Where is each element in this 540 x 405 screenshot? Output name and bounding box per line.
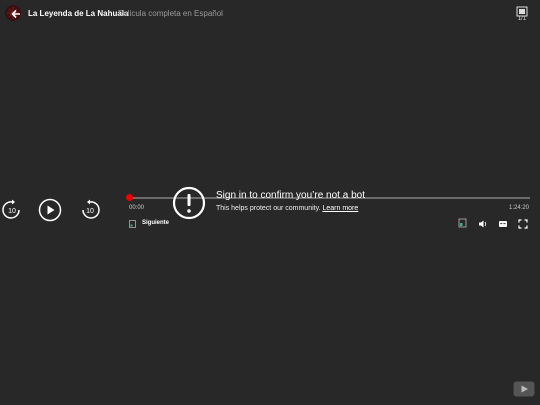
settings-icon[interactable] <box>458 218 468 228</box>
video-title[interactable]: La Leyenda de La Nahuala <box>28 9 128 18</box>
youtube-logo-icon[interactable] <box>513 381 535 397</box>
current-time: 00:00 <box>129 205 145 211</box>
captions-icon[interactable] <box>498 219 508 229</box>
back-icon[interactable] <box>10 8 22 20</box>
rewind-seconds-label: 10 <box>8 208 16 215</box>
playlist-count: 1/1 <box>517 16 527 22</box>
next-label: Siguiente <box>142 220 170 226</box>
fullscreen-icon[interactable] <box>518 219 528 229</box>
scrubber-handle[interactable] <box>126 194 133 201</box>
top-bar: La Leyenda de La Nahuala Pelicula comple… <box>0 0 540 28</box>
forward-10-icon[interactable]: 10 <box>78 198 102 222</box>
notice-body: This helps protect our community. Learn … <box>216 205 358 212</box>
warning-icon <box>172 186 206 220</box>
play-icon[interactable] <box>38 198 62 222</box>
volume-icon[interactable] <box>478 219 488 229</box>
notice-text: This helps protect our community. <box>216 205 321 212</box>
video-subtitle: Pelicula completa en Español <box>118 9 223 18</box>
forward-seconds-label: 10 <box>86 208 94 215</box>
learn-more-link[interactable]: Learn more <box>322 205 358 212</box>
notice-title: Sign in to confirm you’re not a bot <box>216 190 365 201</box>
duration-time: 1:24:20 <box>509 205 530 211</box>
next-thumbnail-icon <box>129 220 136 228</box>
rewind-10-icon[interactable]: 10 <box>0 198 24 222</box>
